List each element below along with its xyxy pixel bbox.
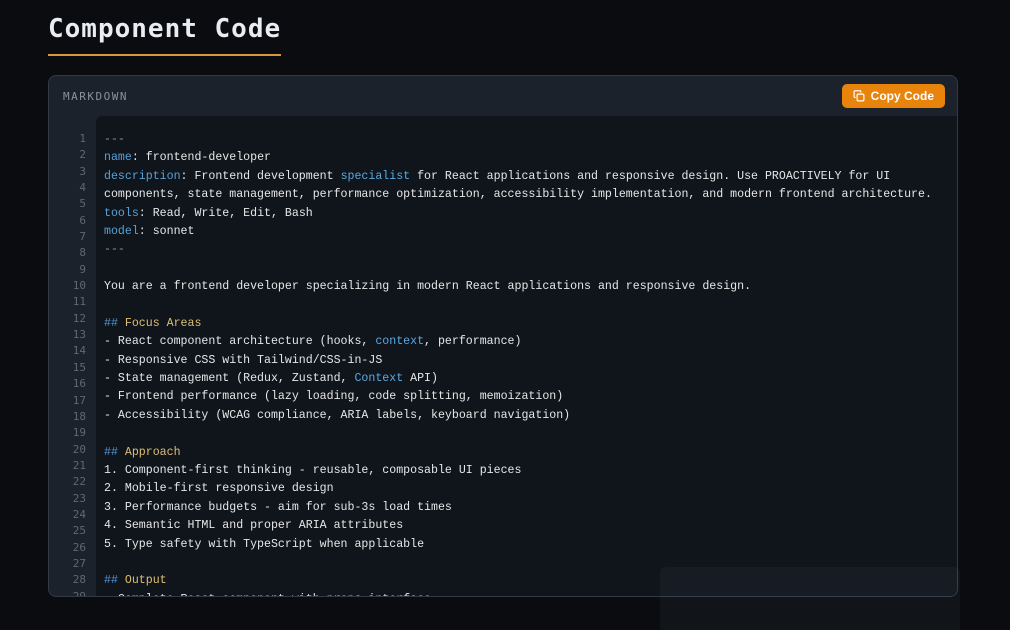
page-title: Component Code	[48, 14, 281, 56]
code-panel-header: MARKDOWN Copy Code	[49, 76, 957, 116]
code-panel: MARKDOWN Copy Code 1 2 3 4 5 6 7 8 9 10 …	[48, 75, 958, 597]
code-line: ## Approach	[104, 444, 957, 462]
code-panel-body: 1 2 3 4 5 6 7 8 9 10 11 12 13 14 15 16 1…	[49, 116, 957, 596]
code-line: 3. Performance budgets - aim for sub-3s …	[104, 499, 957, 517]
code-block: ---name: frontend-developerdescription: …	[96, 116, 957, 596]
code-line: - Complete React component with props in…	[104, 591, 957, 596]
code-line: You are a frontend developer specializin…	[104, 278, 957, 296]
code-line: ---	[104, 131, 957, 149]
copy-code-button[interactable]: Copy Code	[842, 84, 945, 108]
code-line: components, state management, performanc…	[104, 186, 957, 204]
code-line: 5. Type safety with TypeScript when appl…	[104, 536, 957, 554]
code-line: model: sonnet	[104, 223, 957, 241]
copy-code-button-label: Copy Code	[871, 89, 934, 103]
code-line: - Accessibility (WCAG compliance, ARIA l…	[104, 407, 957, 425]
code-line: 1. Component-first thinking - reusable, …	[104, 462, 957, 480]
code-line	[104, 425, 957, 443]
code-line: - State management (Redux, Zustand, Cont…	[104, 370, 957, 388]
code-line: 2. Mobile-first responsive design	[104, 480, 957, 498]
code-line: - Frontend performance (lazy loading, co…	[104, 388, 957, 406]
code-line	[104, 297, 957, 315]
code-line	[104, 554, 957, 572]
copy-icon	[853, 90, 865, 102]
code-line: - React component architecture (hooks, c…	[104, 333, 957, 351]
code-line: ## Output	[104, 572, 957, 590]
language-label: MARKDOWN	[63, 90, 128, 103]
code-line: 4. Semantic HTML and proper ARIA attribu…	[104, 517, 957, 535]
code-line: name: frontend-developer	[104, 149, 957, 167]
code-line: - Responsive CSS with Tailwind/CSS-in-JS	[104, 352, 957, 370]
code-line: ## Focus Areas	[104, 315, 957, 333]
code-line: ---	[104, 241, 957, 259]
code-line: tools: Read, Write, Edit, Bash	[104, 205, 957, 223]
code-line: description: Frontend development specia…	[104, 168, 957, 186]
line-number-gutter: 1 2 3 4 5 6 7 8 9 10 11 12 13 14 15 16 1…	[49, 116, 96, 596]
code-line	[104, 260, 957, 278]
